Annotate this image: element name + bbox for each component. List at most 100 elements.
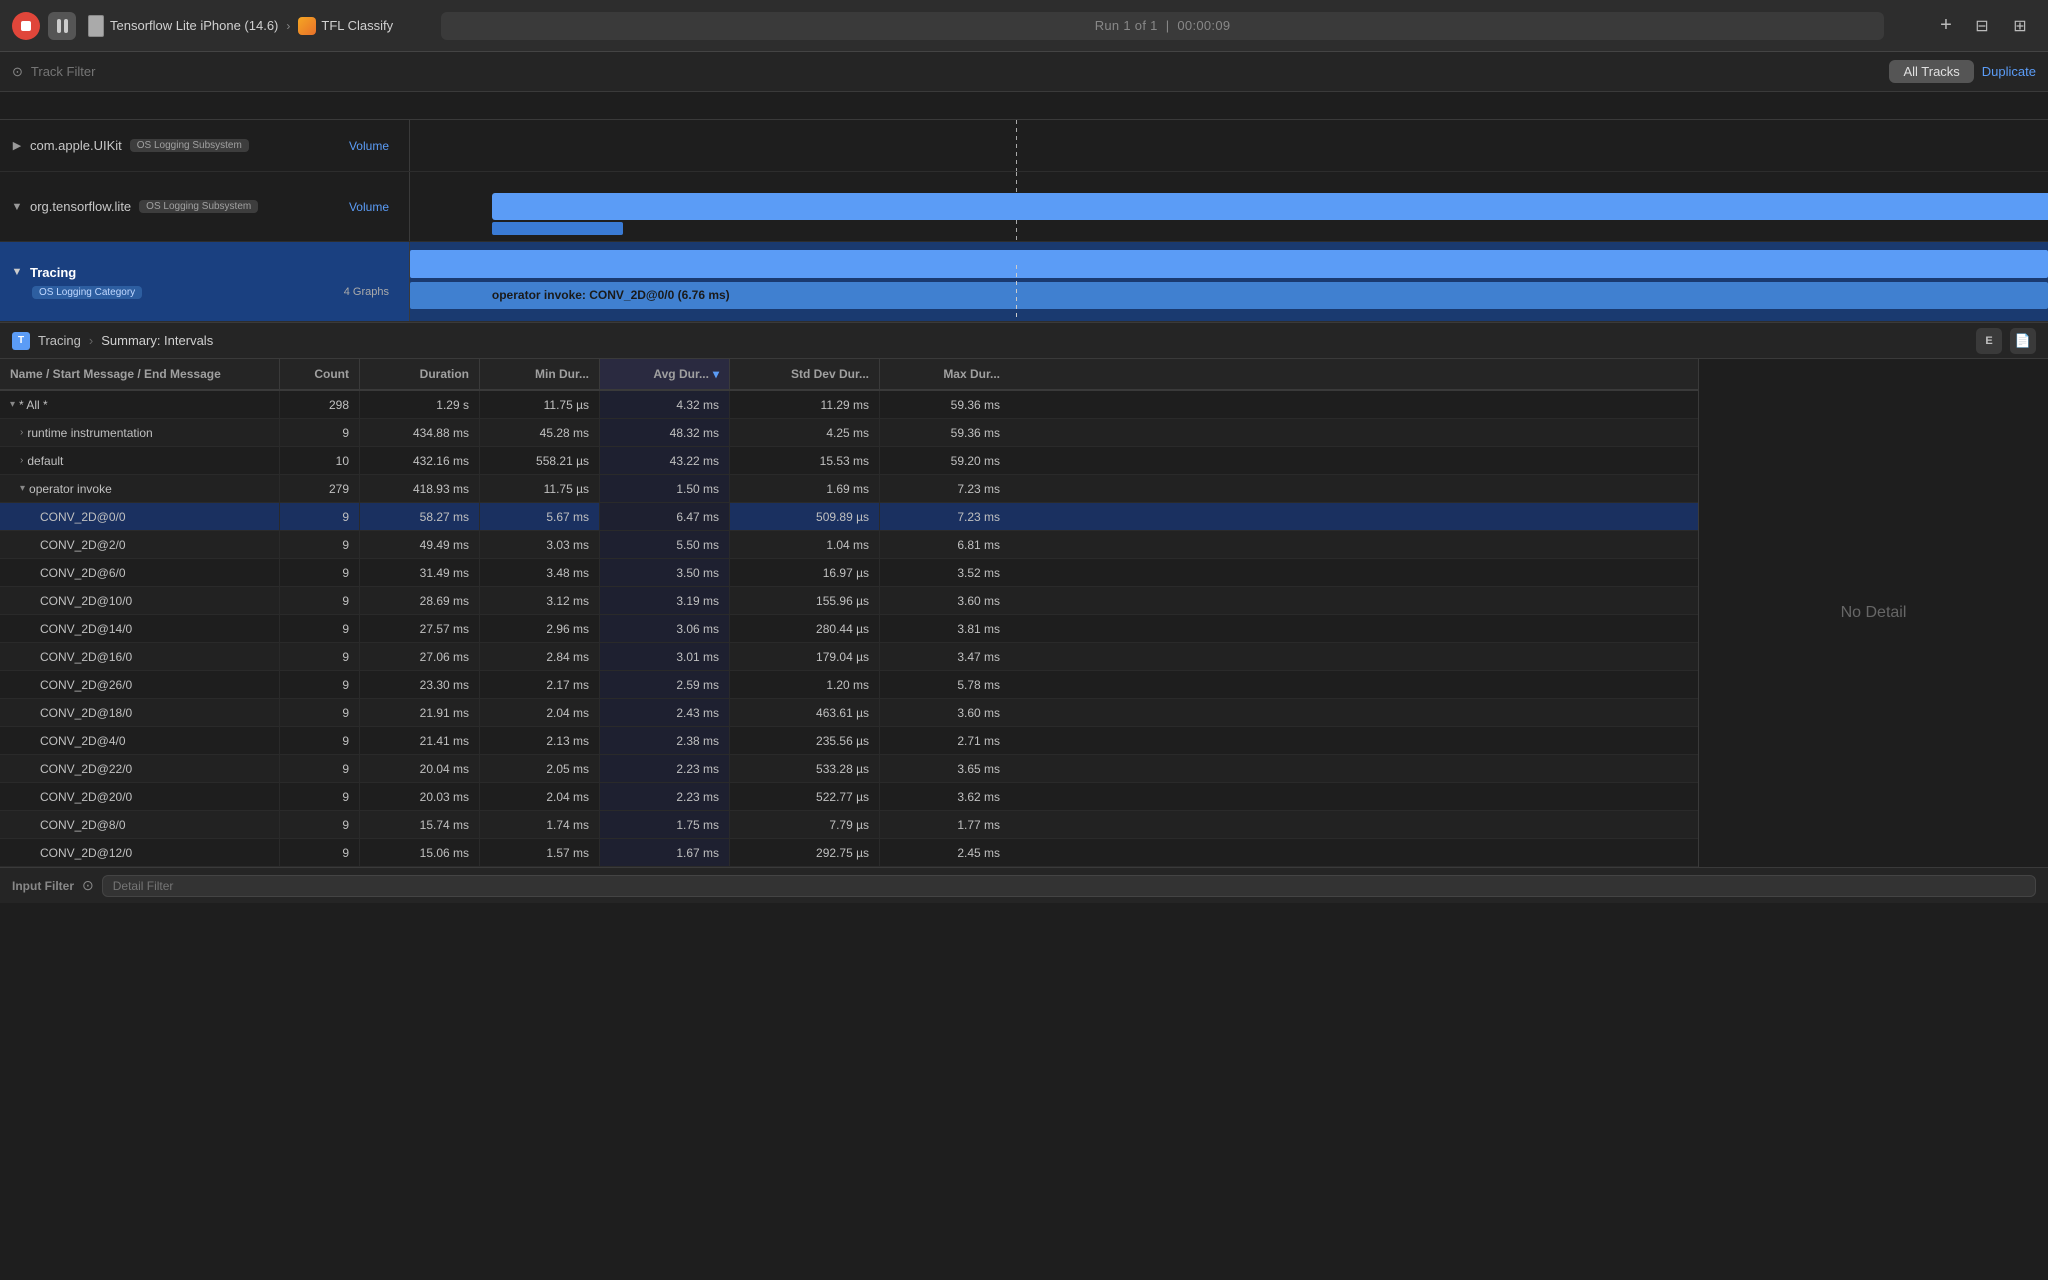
breadcrumb-export-button[interactable]: E [1976,328,2002,354]
td-name: CONV_2D@8/0 [0,811,280,838]
table-row[interactable]: › default 10 432.16 ms 558.21 µs 43.22 m… [0,447,1698,475]
td-count: 9 [280,699,360,726]
td-std: 522.77 µs [730,783,880,810]
app-label: TFL Classify [298,17,393,35]
row-name: CONV_2D@0/0 [40,510,126,524]
td-max: 59.36 ms [880,391,1010,418]
track-graphs-label: 4 Graphs [344,286,399,298]
row-name: CONV_2D@20/0 [40,790,132,804]
th-avg-dur[interactable]: Avg Dur... ▾ [600,359,730,389]
window-button[interactable]: ⊟ [1968,12,1996,40]
th-name[interactable]: Name / Start Message / End Message [0,359,280,389]
th-min-dur[interactable]: Min Dur... [480,359,600,389]
td-max: 3.52 ms [880,559,1010,586]
track-tag-uikit: OS Logging Subsystem [130,139,249,152]
track-row-tensorflow: ▼ org.tensorflow.lite OS Logging Subsyst… [0,172,2048,242]
table-row[interactable]: ▾ operator invoke 279 418.93 ms 11.75 µs… [0,475,1698,503]
td-std: 16.97 µs [730,559,880,586]
table-row[interactable]: CONV_2D@22/0 9 20.04 ms 2.05 ms 2.23 ms … [0,755,1698,783]
pause-button[interactable] [48,12,76,40]
toolbar: Tensorflow Lite iPhone (14.6) › TFL Clas… [0,0,2048,52]
layout-button[interactable]: ⊞ [2004,12,2036,40]
th-count[interactable]: Count [280,359,360,389]
td-min: 2.96 ms [480,615,600,642]
table-row[interactable]: CONV_2D@6/0 9 31.49 ms 3.48 ms 3.50 ms 1… [0,559,1698,587]
table-row[interactable]: CONV_2D@4/0 9 21.41 ms 2.13 ms 2.38 ms 2… [0,727,1698,755]
table-row[interactable]: CONV_2D@16/0 9 27.06 ms 2.84 ms 3.01 ms … [0,643,1698,671]
td-duration: 27.57 ms [360,615,480,642]
td-max: 3.60 ms [880,587,1010,614]
detail-filter-input[interactable] [102,875,2036,897]
td-avg: 2.59 ms [600,671,730,698]
td-std: 179.04 µs [730,643,880,670]
td-min: 3.48 ms [480,559,600,586]
td-count: 9 [280,503,360,530]
table-row[interactable]: CONV_2D@14/0 9 27.57 ms 2.96 ms 3.06 ms … [0,615,1698,643]
timeline-cursor [1016,120,1017,171]
row-expand-icon[interactable]: ▾ [20,483,25,494]
td-avg: 2.43 ms [600,699,730,726]
row-expand-icon[interactable]: › [20,427,23,438]
td-std: 463.61 µs [730,699,880,726]
breadcrumb-share-button[interactable]: 📄 [2010,328,2036,354]
td-count: 9 [280,587,360,614]
td-std: 155.96 µs [730,587,880,614]
track-content-tracing: operator invoke: CONV_2D@0/0 (6.76 ms) [410,242,2048,321]
table-row[interactable]: CONV_2D@20/0 9 20.03 ms 2.04 ms 2.23 ms … [0,783,1698,811]
table-row[interactable]: CONV_2D@8/0 9 15.74 ms 1.74 ms 1.75 ms 7… [0,811,1698,839]
td-name: ▾ * All * [0,391,280,418]
th-max-dur[interactable]: Max Dur... [880,359,1010,389]
td-count: 9 [280,671,360,698]
td-duration: 31.49 ms [360,559,480,586]
td-name: › default [0,447,280,474]
filter-icon: ⊙ [12,64,23,80]
row-expand-icon[interactable]: › [20,455,23,466]
row-name: CONV_2D@22/0 [40,762,132,776]
detail-panel: No Detail [1698,359,2048,867]
table-row[interactable]: CONV_2D@2/0 9 49.49 ms 3.03 ms 5.50 ms 1… [0,531,1698,559]
td-duration: 1.29 s [360,391,480,418]
expand-tracing[interactable]: ▼ [10,265,24,279]
td-avg: 3.50 ms [600,559,730,586]
breadcrumb-current: Summary: Intervals [101,333,213,348]
filter-option-icon[interactable]: ⊙ [82,877,94,894]
table-row[interactable]: › runtime instrumentation 9 434.88 ms 45… [0,419,1698,447]
td-std: 509.89 µs [730,503,880,530]
td-min: 2.17 ms [480,671,600,698]
record-button[interactable] [12,12,40,40]
track-filter-input[interactable] [31,64,1882,79]
td-name: CONV_2D@14/0 [0,615,280,642]
all-tracks-button[interactable]: All Tracks [1889,60,1973,83]
app-icon [298,17,316,35]
row-expand-icon[interactable]: ▾ [10,399,15,410]
td-min: 11.75 µs [480,475,600,502]
add-button[interactable]: + [1932,12,1960,40]
expand-tensorflow[interactable]: ▼ [10,200,24,214]
table-row[interactable]: CONV_2D@12/0 9 15.06 ms 1.57 ms 1.67 ms … [0,839,1698,867]
td-duration: 58.27 ms [360,503,480,530]
table-row[interactable]: CONV_2D@26/0 9 23.30 ms 2.17 ms 2.59 ms … [0,671,1698,699]
table-row[interactable]: CONV_2D@18/0 9 21.91 ms 2.04 ms 2.43 ms … [0,699,1698,727]
device-name: Tensorflow Lite iPhone (14.6) [110,18,278,33]
duplicate-button[interactable]: Duplicate [1982,64,2036,79]
tensorflow-bar [492,193,2048,221]
row-name: CONV_2D@2/0 [40,538,126,552]
th-duration[interactable]: Duration [360,359,480,389]
td-min: 3.12 ms [480,587,600,614]
row-name: CONV_2D@10/0 [40,594,132,608]
td-duration: 20.04 ms [360,755,480,782]
td-std: 235.56 µs [730,727,880,754]
td-max: 7.23 ms [880,475,1010,502]
table-row[interactable]: ▾ * All * 298 1.29 s 11.75 µs 4.32 ms 11… [0,391,1698,419]
td-std: 292.75 µs [730,839,880,866]
td-avg: 6.47 ms [600,503,730,530]
td-name: CONV_2D@20/0 [0,783,280,810]
table-row[interactable]: CONV_2D@0/0 9 58.27 ms 5.67 ms 6.47 ms 5… [0,503,1698,531]
tracing-bar-top [410,250,2048,278]
track-name-uikit: com.apple.UIKit [30,138,122,153]
lower-pane: T Tracing › Summary: Intervals E 📄 Name … [0,323,2048,903]
expand-uikit[interactable]: ▶ [10,139,24,153]
table-row[interactable]: CONV_2D@10/0 9 28.69 ms 3.12 ms 3.19 ms … [0,587,1698,615]
td-avg: 2.23 ms [600,755,730,782]
th-std-dur[interactable]: Std Dev Dur... [730,359,880,389]
